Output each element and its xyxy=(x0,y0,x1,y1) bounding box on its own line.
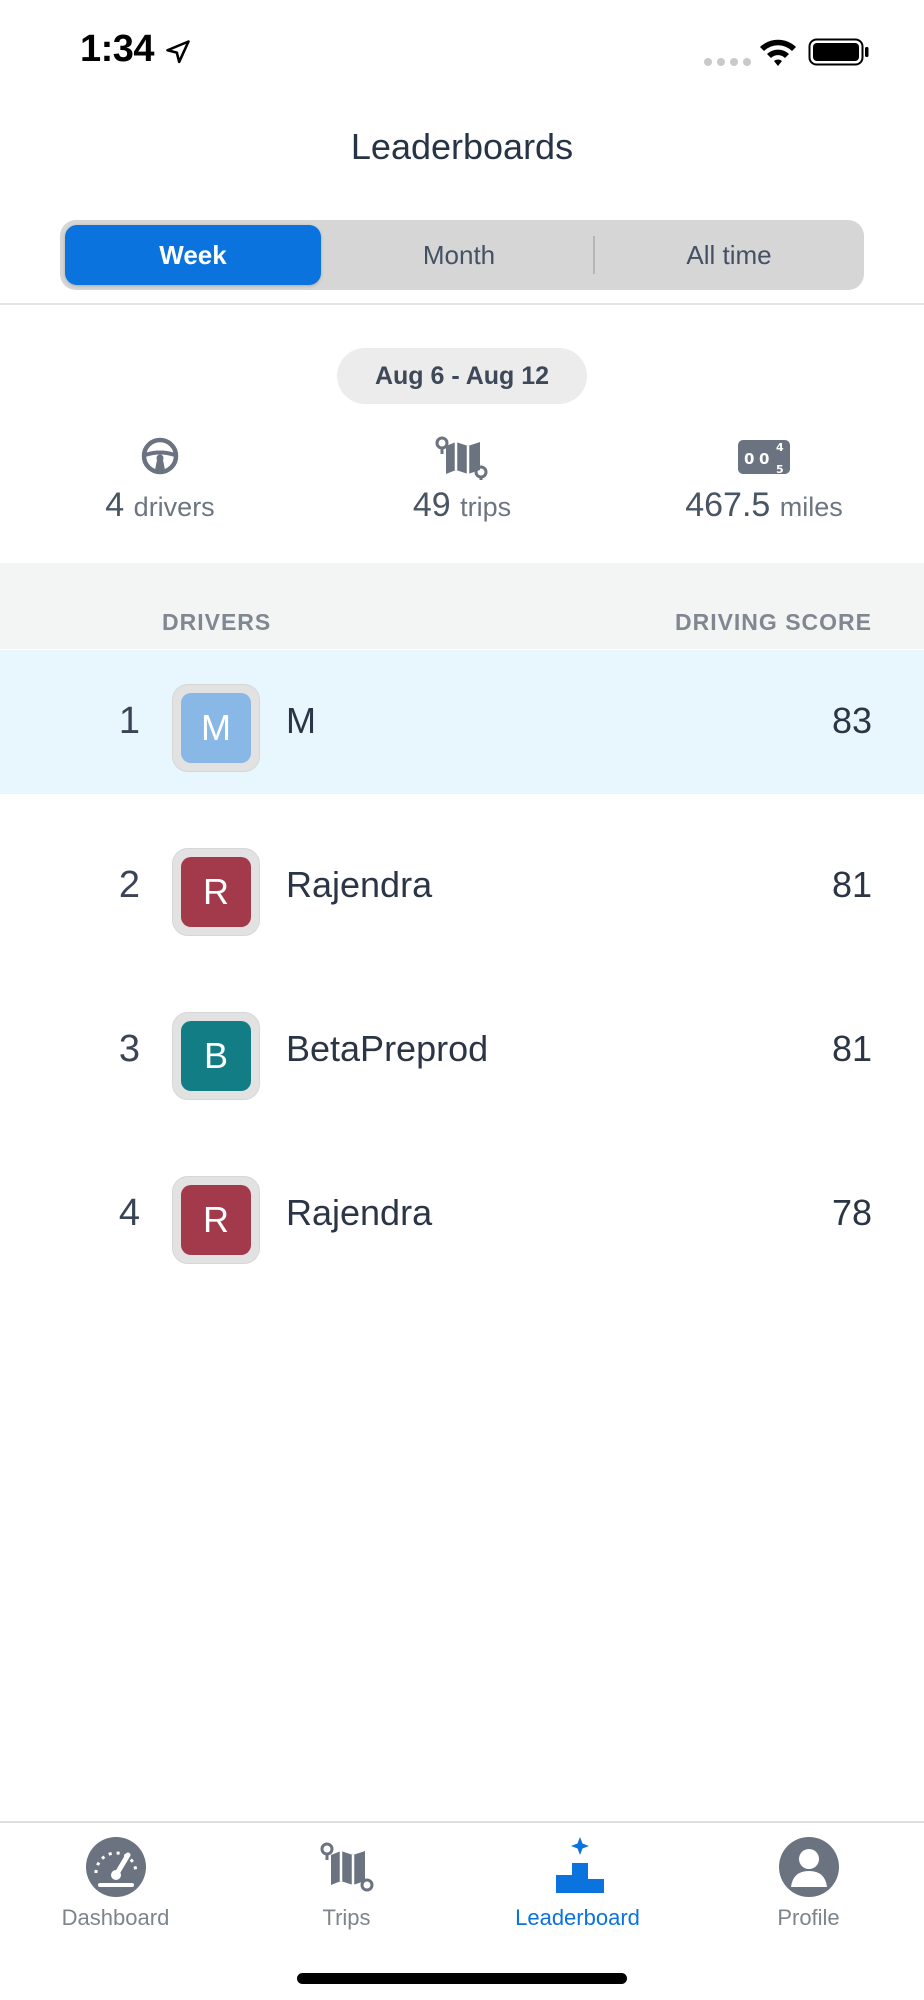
svg-text:4: 4 xyxy=(776,441,784,454)
date-range-pill: Aug 6 - Aug 12 xyxy=(337,348,587,404)
avatar-initial: B xyxy=(181,1021,251,1091)
leaderboard-row[interactable]: 4 R Rajendra 78 xyxy=(0,1142,924,1286)
stat-drivers: 4 drivers xyxy=(10,436,310,525)
column-header-driving-score: DRIVING SCORE xyxy=(674,609,872,635)
driving-score: 83 xyxy=(831,700,872,741)
avatar-initial: R xyxy=(181,857,251,927)
location-arrow-icon xyxy=(166,40,190,64)
driving-score: 78 xyxy=(831,1192,872,1233)
map-icon xyxy=(320,1842,373,1892)
svg-text:0: 0 xyxy=(759,450,769,468)
tab-week[interactable]: Week xyxy=(65,225,321,285)
column-header-drivers: DRIVERS xyxy=(162,609,272,635)
steering-wheel-icon xyxy=(141,437,179,475)
avatar-initial: M xyxy=(181,693,251,763)
stat-trips-value: 49 xyxy=(412,486,451,524)
home-indicator xyxy=(297,1973,627,1984)
stat-trips: 49 trips xyxy=(312,436,612,525)
rank-number: 4 xyxy=(118,1192,140,1234)
svg-text:0: 0 xyxy=(744,450,754,468)
tab-trips-label: Trips xyxy=(322,1905,371,1930)
tab-all-time[interactable]: All time xyxy=(601,225,857,285)
stat-trips-unit: trips xyxy=(460,492,512,522)
driver-name: M xyxy=(286,700,316,741)
tab-profile[interactable]: Profile xyxy=(693,1835,924,1931)
driver-name: Rajendra xyxy=(286,1192,433,1233)
status-time: 1:34 xyxy=(80,28,155,70)
tab-dashboard-label: Dashboard xyxy=(61,1905,170,1930)
avatar-initial: R xyxy=(181,1185,251,1255)
avatar: B xyxy=(172,1012,260,1100)
stat-miles-unit: miles xyxy=(779,492,843,522)
leaderboard-row[interactable]: 2 R Rajendra 81 xyxy=(0,814,924,958)
odometer-icon: 0 0 4 5 xyxy=(738,440,790,476)
avatar: R xyxy=(172,1176,260,1264)
segment-divider xyxy=(593,236,595,274)
rank-number: 1 xyxy=(118,700,140,742)
driving-score: 81 xyxy=(831,1028,872,1069)
speedometer-icon xyxy=(85,1837,146,1897)
cellular-signal-icon xyxy=(704,58,751,66)
tab-dashboard[interactable]: Dashboard xyxy=(0,1835,231,1931)
leaderboard-row[interactable]: 1 M M 83 xyxy=(0,650,924,794)
stat-drivers-value: 4 xyxy=(105,486,125,524)
rank-number: 3 xyxy=(118,1028,140,1070)
tab-profile-label: Profile xyxy=(777,1905,840,1930)
rank-number: 2 xyxy=(118,864,140,906)
tab-leaderboard[interactable]: Leaderboard xyxy=(462,1835,693,1931)
podium-icon xyxy=(555,1837,604,1893)
header-divider xyxy=(0,303,924,305)
stat-miles-value: 467.5 xyxy=(685,486,771,524)
tab-trips[interactable]: Trips xyxy=(231,1835,462,1931)
stat-drivers-unit: drivers xyxy=(133,492,215,522)
driver-name: Rajendra xyxy=(286,864,433,905)
driving-score: 81 xyxy=(831,864,872,905)
leaderboard-header: DRIVERS DRIVING SCORE xyxy=(0,563,924,649)
stat-miles: 0 0 4 5 467.5 miles xyxy=(614,436,914,525)
wifi-icon xyxy=(760,39,796,66)
avatar: M xyxy=(172,684,260,772)
avatar: R xyxy=(172,848,260,936)
battery-icon xyxy=(808,38,869,66)
page-title: Leaderboards xyxy=(350,126,574,167)
driver-name: BetaPreprod xyxy=(286,1028,489,1069)
person-icon xyxy=(778,1837,839,1897)
tab-leaderboard-label: Leaderboard xyxy=(515,1905,640,1930)
status-bar: 1:34 xyxy=(0,0,924,105)
map-icon xyxy=(435,436,488,480)
tab-month[interactable]: Month xyxy=(331,225,587,285)
leaderboard-row[interactable]: 3 B BetaPreprod 81 xyxy=(0,978,924,1122)
period-segmented-control: Week Month All time xyxy=(60,220,864,290)
svg-text:5: 5 xyxy=(776,463,784,476)
